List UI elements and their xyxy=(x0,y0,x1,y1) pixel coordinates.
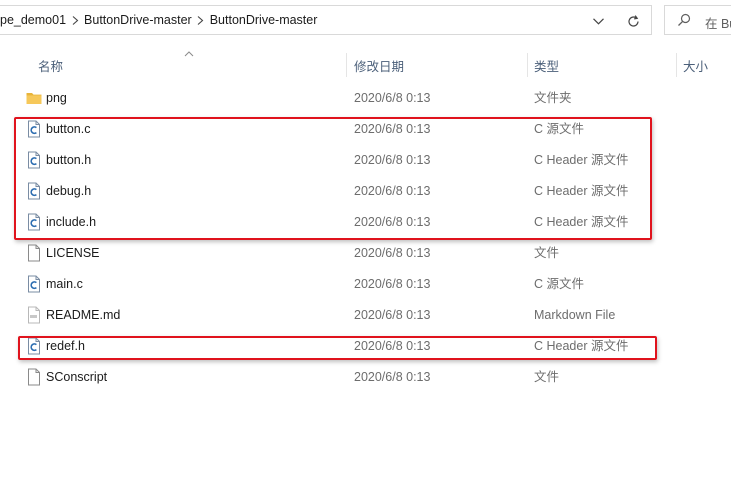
file-type: C Header 源文件 xyxy=(534,153,629,167)
file-type: C 源文件 xyxy=(534,122,585,136)
file-type: C 源文件 xyxy=(534,277,585,291)
chevron-right-icon[interactable] xyxy=(192,15,210,25)
file-type: 文件 xyxy=(534,246,560,260)
blank-file-icon xyxy=(28,244,40,262)
breadcrumb-item[interactable]: ButtonDrive-master xyxy=(210,13,318,27)
file-date: 2020/6/8 0:13 xyxy=(354,370,431,384)
blank-file-icon xyxy=(28,368,40,386)
file-row[interactable]: include.h 2020/6/8 0:13 C Header 源文件 xyxy=(0,207,731,237)
file-name: LICENSE xyxy=(46,246,100,260)
breadcrumb-item[interactable]: ButtonDrive-master xyxy=(84,13,192,27)
address-bar-area: pe_demo01 ButtonDrive-master ButtonDrive… xyxy=(0,0,731,40)
file-type: 文件 xyxy=(534,370,560,384)
column-header-size[interactable]: 大小 xyxy=(683,50,731,80)
file-date: 2020/6/8 0:13 xyxy=(354,277,431,291)
search-placeholder: 在 Bu xyxy=(705,17,731,31)
file-type: 文件夹 xyxy=(534,91,572,105)
file-name: debug.h xyxy=(46,184,92,198)
file-row[interactable]: redef.h 2020/6/8 0:13 C Header 源文件 xyxy=(0,331,731,361)
file-date: 2020/6/8 0:13 xyxy=(354,153,431,167)
column-header-name-label: 名称 xyxy=(38,59,64,74)
file-row[interactable]: main.c 2020/6/8 0:13 C 源文件 xyxy=(0,269,731,299)
file-type: C Header 源文件 xyxy=(534,339,629,353)
folder-icon xyxy=(26,93,42,104)
column-header-date[interactable]: 修改日期 xyxy=(354,50,524,80)
c-source-file-icon xyxy=(28,275,40,293)
file-date: 2020/6/8 0:13 xyxy=(354,308,431,322)
file-row[interactable]: LICENSE 2020/6/8 0:13 文件 xyxy=(0,238,731,268)
column-header-type[interactable]: 类型 xyxy=(534,50,674,80)
file-row[interactable]: README.md 2020/6/8 0:13 Markdown File xyxy=(0,300,731,330)
search-icon xyxy=(678,13,691,26)
file-row[interactable]: debug.h 2020/6/8 0:13 C Header 源文件 xyxy=(0,176,731,206)
file-name: SConscript xyxy=(46,370,108,384)
file-type: C Header 源文件 xyxy=(534,215,629,229)
file-name: button.c xyxy=(46,122,91,136)
file-name: include.h xyxy=(46,215,97,229)
file-name: README.md xyxy=(46,308,121,322)
file-date: 2020/6/8 0:13 xyxy=(354,91,431,105)
c-source-file-icon xyxy=(28,120,40,138)
file-date: 2020/6/8 0:13 xyxy=(354,122,431,136)
refresh-icon[interactable] xyxy=(622,11,644,31)
column-divider[interactable] xyxy=(527,53,528,77)
file-name: main.c xyxy=(46,277,83,291)
file-date: 2020/6/8 0:13 xyxy=(354,246,431,260)
c-header-file-icon xyxy=(28,213,40,231)
column-divider[interactable] xyxy=(346,53,347,77)
chevron-right-icon[interactable] xyxy=(66,15,84,25)
file-name: png xyxy=(46,91,67,105)
file-row[interactable]: SConscript 2020/6/8 0:13 文件 xyxy=(0,362,731,392)
breadcrumb-item[interactable]: pe_demo01 xyxy=(0,13,66,27)
search-input[interactable]: 在 Bu xyxy=(664,5,731,35)
file-type: C Header 源文件 xyxy=(534,184,629,198)
file-name: button.h xyxy=(46,153,92,167)
file-row[interactable]: png 2020/6/8 0:13 文件夹 xyxy=(0,83,731,113)
file-date: 2020/6/8 0:13 xyxy=(354,215,431,229)
c-header-file-icon xyxy=(28,151,40,169)
column-header-name[interactable]: 名称 xyxy=(38,50,338,80)
c-header-file-icon xyxy=(28,337,40,355)
column-divider[interactable] xyxy=(676,53,677,77)
file-row[interactable]: button.c 2020/6/8 0:13 C 源文件 xyxy=(0,114,731,144)
breadcrumb: pe_demo01 ButtonDrive-master ButtonDrive… xyxy=(0,6,317,34)
column-header-type-label: 类型 xyxy=(534,59,560,74)
c-header-file-icon xyxy=(28,182,40,200)
file-type: Markdown File xyxy=(534,308,616,322)
chevron-down-icon[interactable] xyxy=(588,12,608,30)
column-header-date-label: 修改日期 xyxy=(354,59,405,74)
file-date: 2020/6/8 0:13 xyxy=(354,184,431,198)
column-header-size-label: 大小 xyxy=(683,59,709,74)
file-row[interactable]: button.h 2020/6/8 0:13 C Header 源文件 xyxy=(0,145,731,175)
file-name: redef.h xyxy=(46,339,85,353)
file-date: 2020/6/8 0:13 xyxy=(354,339,431,353)
column-header: 名称 修改日期 类型 大小 xyxy=(0,50,731,80)
address-bar[interactable]: pe_demo01 ButtonDrive-master ButtonDrive… xyxy=(0,5,652,35)
markdown-file-icon xyxy=(28,306,40,324)
